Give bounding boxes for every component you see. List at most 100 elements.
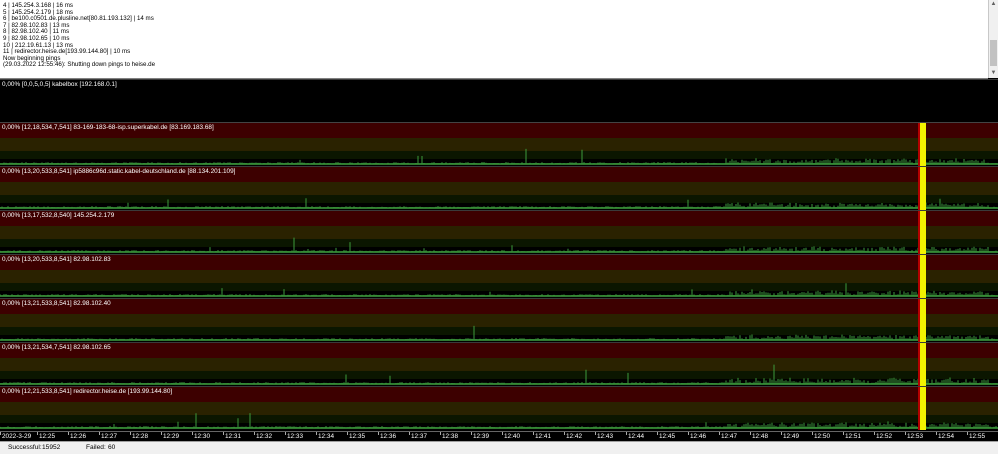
spike-edge bbox=[918, 211, 920, 254]
log-scrollbar[interactable]: ▲ ▼ bbox=[988, 0, 998, 78]
successful-label: Successful: bbox=[8, 444, 42, 451]
axis-tick-label: 12:41 bbox=[535, 433, 551, 440]
latency-bars bbox=[0, 237, 997, 252]
latency-spike bbox=[920, 123, 926, 166]
axis-tick bbox=[316, 432, 317, 435]
axis-tick bbox=[254, 432, 255, 435]
axis-tick bbox=[657, 432, 658, 435]
latency-trace bbox=[0, 255, 997, 298]
axis-tick bbox=[843, 432, 844, 435]
axis-tick-label: 12:45 bbox=[659, 433, 675, 440]
hop-row: 0,00% [13,21,533,8,541] 82.98.102.40 bbox=[0, 298, 998, 342]
axis-tick-label: 12:36 bbox=[380, 433, 396, 440]
axis-tick-label: 12:31 bbox=[225, 433, 241, 440]
axis-tick bbox=[285, 432, 286, 435]
spike-edge bbox=[918, 387, 920, 430]
hop-label: 0,00% [13,20,533,8,541] 82.98.102.83 bbox=[2, 256, 111, 263]
axis-tick-label: 12:44 bbox=[628, 433, 644, 440]
axis-tick-label: 12:54 bbox=[938, 433, 954, 440]
latency-trace bbox=[0, 211, 997, 254]
latency-bars bbox=[0, 198, 997, 208]
log-textbox[interactable]: 4 | 145.254.3.168 | 16 ms 5 | 145.254.2.1… bbox=[0, 0, 988, 79]
axis-tick bbox=[626, 432, 627, 435]
axis-tick bbox=[688, 432, 689, 435]
axis-tick-label: 12:26 bbox=[70, 433, 86, 440]
axis-tick-label: 12:35 bbox=[349, 433, 365, 440]
latency-spike bbox=[920, 387, 926, 430]
hop-label: 0,00% [12,18,534,7,541] 83-169-183-68-is… bbox=[2, 124, 214, 131]
hop-row: 0,00% [12,18,534,7,541] 83-169-183-68-is… bbox=[0, 122, 998, 166]
latency-trace bbox=[0, 299, 997, 342]
axis-tick bbox=[378, 432, 379, 435]
axis-tick bbox=[99, 432, 100, 435]
spike-edge bbox=[918, 167, 920, 210]
axis-tick-label: 12:42 bbox=[566, 433, 582, 440]
hop-label: 0,00% [13,21,533,8,541] 82.98.102.40 bbox=[2, 300, 111, 307]
axis-tick-label: 12:39 bbox=[473, 433, 489, 440]
latency-trace bbox=[0, 343, 997, 386]
axis-tick-label: 12:25 bbox=[39, 433, 55, 440]
latency-trace bbox=[0, 122, 998, 123]
hop-row: 0,00% [0,0,5,0,5] kabelbox [192.168.0.1] bbox=[0, 79, 998, 123]
spike-edge bbox=[918, 123, 920, 166]
hop-label: 0,00% [12,21,533,8,541] redirector.heise… bbox=[2, 388, 173, 395]
axis-tick bbox=[409, 432, 410, 435]
axis-tick-label: 12:55 bbox=[969, 433, 985, 440]
axis-tick-label: 12:38 bbox=[442, 433, 458, 440]
spike-edge bbox=[918, 255, 920, 298]
scroll-down-icon[interactable]: ▼ bbox=[990, 69, 997, 78]
axis-tick bbox=[967, 432, 968, 435]
axis-tick-label: 12:46 bbox=[690, 433, 706, 440]
axis-tick-label: 12:48 bbox=[752, 433, 768, 440]
hop-label: 0,00% [13,21,534,7,541] 82.98.102.65 bbox=[2, 344, 111, 351]
hop-row: 0,00% [13,17,532,8,540] 145.254.2.179 bbox=[0, 210, 998, 254]
failed-count: 60 bbox=[108, 444, 116, 451]
spike-edge bbox=[918, 299, 920, 342]
axis-tick bbox=[564, 432, 565, 435]
axis-tick bbox=[874, 432, 875, 435]
hop-label: 0,00% [0,0,5,0,5] kabelbox [192.168.0.1] bbox=[2, 81, 117, 88]
hop-row: 0,00% [13,21,534,7,541] 82.98.102.65 bbox=[0, 342, 998, 386]
latency-bars bbox=[0, 364, 997, 384]
axis-tick bbox=[595, 432, 596, 435]
scroll-up-icon[interactable]: ▲ bbox=[990, 0, 997, 9]
hop-label: 0,00% [13,17,532,8,540] 145.254.2.179 bbox=[2, 212, 115, 219]
axis-tick-label: 12:32 bbox=[256, 433, 272, 440]
axis-tick-label: 12:40 bbox=[504, 433, 520, 440]
latency-bars bbox=[0, 148, 997, 164]
axis-tick-label: 12:50 bbox=[814, 433, 830, 440]
axis-tick bbox=[440, 432, 441, 435]
log-line: (29.03.2022 12:55:46): Shutting down pin… bbox=[3, 61, 156, 69]
axis-tick bbox=[781, 432, 782, 435]
axis-tick bbox=[130, 432, 131, 435]
latency-bars bbox=[0, 413, 997, 428]
axis-tick bbox=[750, 432, 751, 435]
hop-row: 0,00% [13,20,533,8,541] 82.98.102.83 bbox=[0, 254, 998, 298]
spike-edge bbox=[918, 343, 920, 386]
successful-count: 15952 bbox=[42, 444, 61, 451]
axis-tick bbox=[905, 432, 906, 435]
latency-spike bbox=[920, 343, 926, 386]
axis-tick bbox=[223, 432, 224, 435]
axis-tick-label: 12:47 bbox=[721, 433, 737, 440]
scroll-thumb[interactable] bbox=[990, 40, 997, 66]
latency-spike bbox=[920, 299, 926, 342]
axis-tick-label: 12:33 bbox=[287, 433, 303, 440]
axis-tick bbox=[192, 432, 193, 435]
hop-row: 0,00% [12,21,533,8,541] redirector.heise… bbox=[0, 386, 998, 430]
failed-label: Failed: bbox=[86, 444, 106, 451]
axis-tick bbox=[936, 432, 937, 435]
axis-tick-label: 12:27 bbox=[101, 433, 117, 440]
axis-tick bbox=[471, 432, 472, 435]
axis-tick bbox=[347, 432, 348, 435]
axis-tick bbox=[719, 432, 720, 435]
latency-spike bbox=[920, 167, 926, 210]
latency-spike bbox=[920, 255, 926, 298]
axis-tick-label: 12:49 bbox=[783, 433, 799, 440]
axis-tick bbox=[37, 432, 38, 435]
axis-tick-label: 12:53 bbox=[907, 433, 923, 440]
axis-tick-label: 12:43 bbox=[597, 433, 613, 440]
axis-tick-label: 12:52 bbox=[876, 433, 892, 440]
axis-tick-label: 12:51 bbox=[845, 433, 861, 440]
axis-tick-label: 12:28 bbox=[132, 433, 148, 440]
